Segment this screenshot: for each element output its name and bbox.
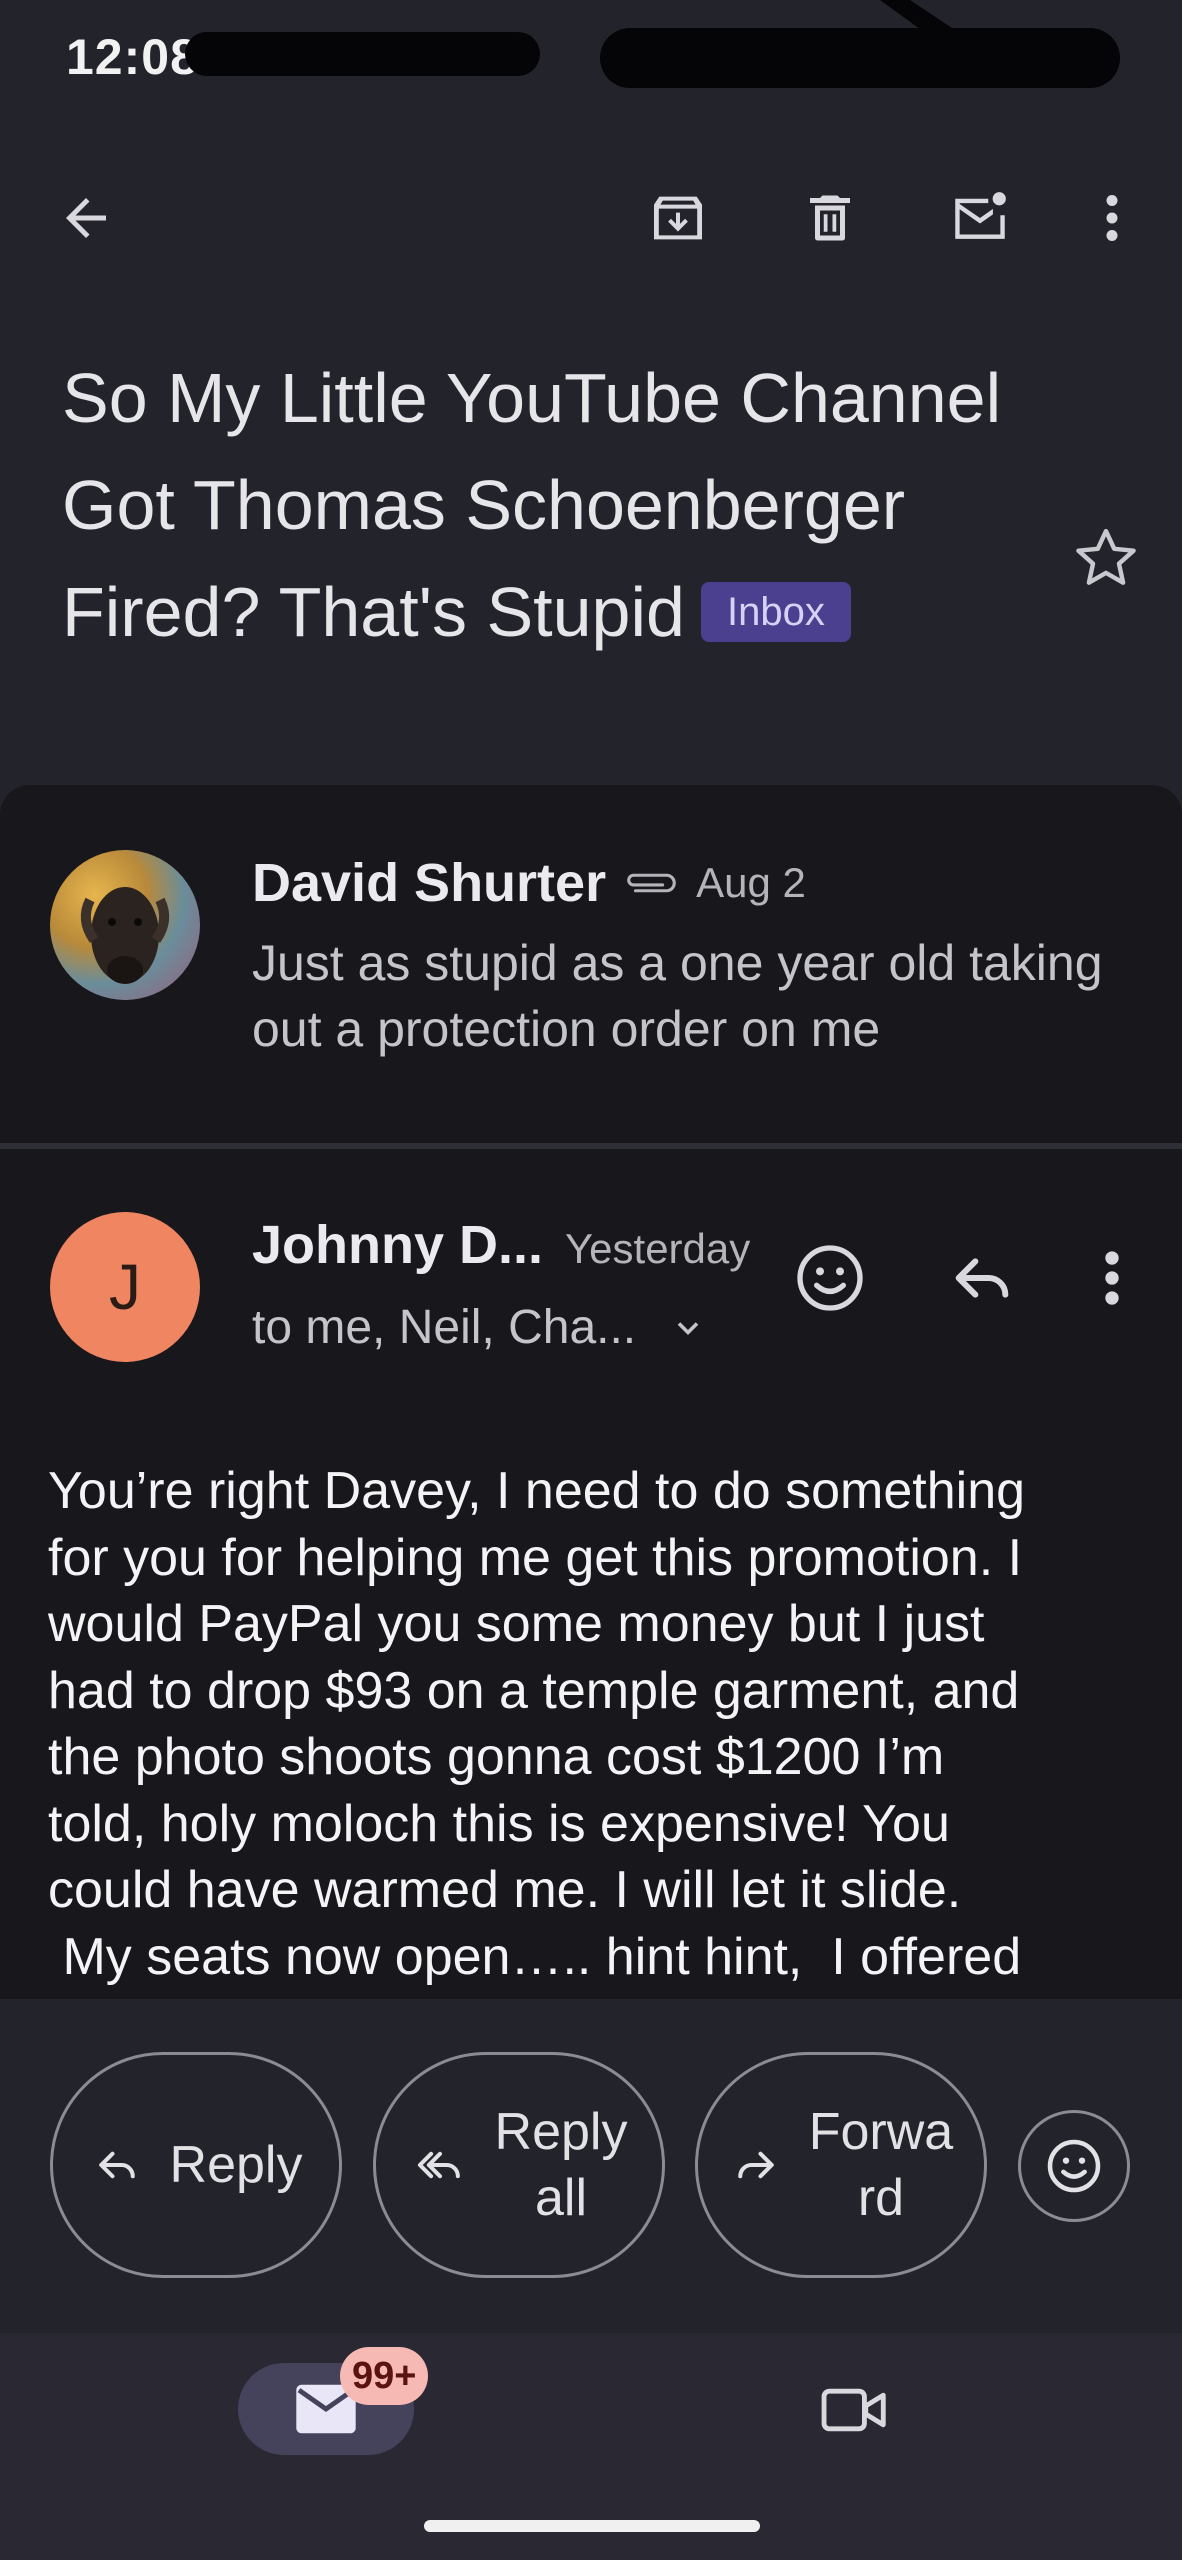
forward-button[interactable]: Forwa rd	[695, 2052, 987, 2278]
redacted-area	[880, 0, 970, 40]
forward-label-line: Forwa	[808, 2103, 954, 2161]
reply-icon	[98, 2151, 135, 2179]
smiley-icon	[1047, 2139, 1101, 2193]
gesture-home-bar[interactable]	[424, 2520, 760, 2532]
body-line: told, holy moloch this is expensive! You	[48, 1794, 950, 1853]
mark-unread-button[interactable]	[940, 178, 1020, 258]
message-date: Aug 2	[696, 859, 806, 906]
smiley-icon	[797, 1245, 863, 1311]
message-header: David Shurter Aug 2	[252, 852, 806, 914]
body-line: could have warmed me. I will let it slid…	[48, 1861, 962, 1919]
recipients-text: to me, Neil, Cha...	[252, 1301, 637, 1354]
sender-name: David Shurter	[252, 853, 607, 913]
message-body: You’re right Davey, I need to do somethi…	[48, 1458, 1158, 1993]
avatar[interactable]	[50, 850, 200, 1000]
reply-all-icon	[417, 2151, 460, 2179]
message-snippet: Just as stupid as a one year old taking …	[252, 935, 1103, 1057]
body-line: You’re right Davey, I need to do somethi…	[48, 1462, 1026, 1520]
reply-all-label: Reply all	[495, 2099, 628, 2231]
avatar[interactable]: J	[50, 1212, 200, 1362]
forward-label: Forwa rd	[809, 2099, 953, 2231]
body-line: My seats now open….. hint hint, I offere…	[48, 1927, 1022, 1986]
message-header: Johnny D... Yesterday	[252, 1214, 750, 1276]
message-more-button[interactable]	[1092, 1238, 1132, 1318]
reply-icon	[955, 1258, 1009, 1298]
arrow-left-icon	[66, 198, 106, 238]
message-date: Yesterday	[565, 1225, 751, 1272]
unread-count-badge: 99+	[340, 2347, 429, 2405]
dog-photo-avatar	[80, 887, 170, 984]
star-button[interactable]	[1068, 520, 1144, 596]
trash-icon	[810, 195, 850, 241]
reply-label: Reply	[169, 2136, 303, 2194]
more-vertical-icon	[1106, 195, 1118, 241]
forward-icon	[737, 2151, 774, 2179]
reply-icon-button[interactable]	[942, 1238, 1022, 1318]
body-line: the photo shoots gonna cost $1200 I’m	[48, 1728, 945, 1786]
sender-name[interactable]: Johnny D...	[252, 1214, 543, 1276]
body-line: would PayPal you some money but I just	[48, 1595, 985, 1653]
video-camera-icon	[821, 2388, 886, 2432]
chevron-down-icon	[677, 1321, 699, 1335]
reply-button[interactable]: Reply	[50, 2052, 342, 2278]
inbox-label-badge[interactable]: Inbox	[700, 581, 851, 642]
recipients-toggle[interactable]: to me, Neil, Cha...	[252, 1300, 706, 1355]
emoji-react-button[interactable]	[1018, 2110, 1130, 2222]
more-vertical-icon	[1105, 1251, 1119, 1305]
nav-meet-tab[interactable]	[815, 2375, 895, 2445]
body-line: for you for helping me get this promotio…	[48, 1528, 1023, 1587]
reply-all-label-line: all	[534, 2169, 587, 2227]
status-time: 12:08	[66, 29, 199, 85]
attachment-icon	[620, 866, 682, 900]
body-line: had to drop $93 on a temple garment, and	[48, 1661, 1020, 1720]
reply-all-label-line: Reply	[494, 2103, 628, 2161]
redacted-area	[600, 28, 1120, 88]
back-button[interactable]	[46, 178, 126, 258]
archive-button[interactable]	[638, 178, 718, 258]
star-icon	[1076, 528, 1136, 585]
redacted-area	[185, 32, 540, 76]
archive-icon	[654, 196, 702, 240]
more-options-button[interactable]	[1072, 178, 1152, 258]
delete-button[interactable]	[790, 178, 870, 258]
emoji-reaction-button[interactable]	[790, 1238, 870, 1318]
subject-text: So My Little YouTube Channel Got Thomas …	[62, 359, 1002, 651]
email-subject: So My Little YouTube Channel Got Thomas …	[62, 345, 1042, 666]
reply-all-button[interactable]: Reply all	[373, 2052, 665, 2278]
forward-label-line: rd	[857, 2169, 905, 2227]
mark-unread-icon	[955, 192, 1006, 239]
